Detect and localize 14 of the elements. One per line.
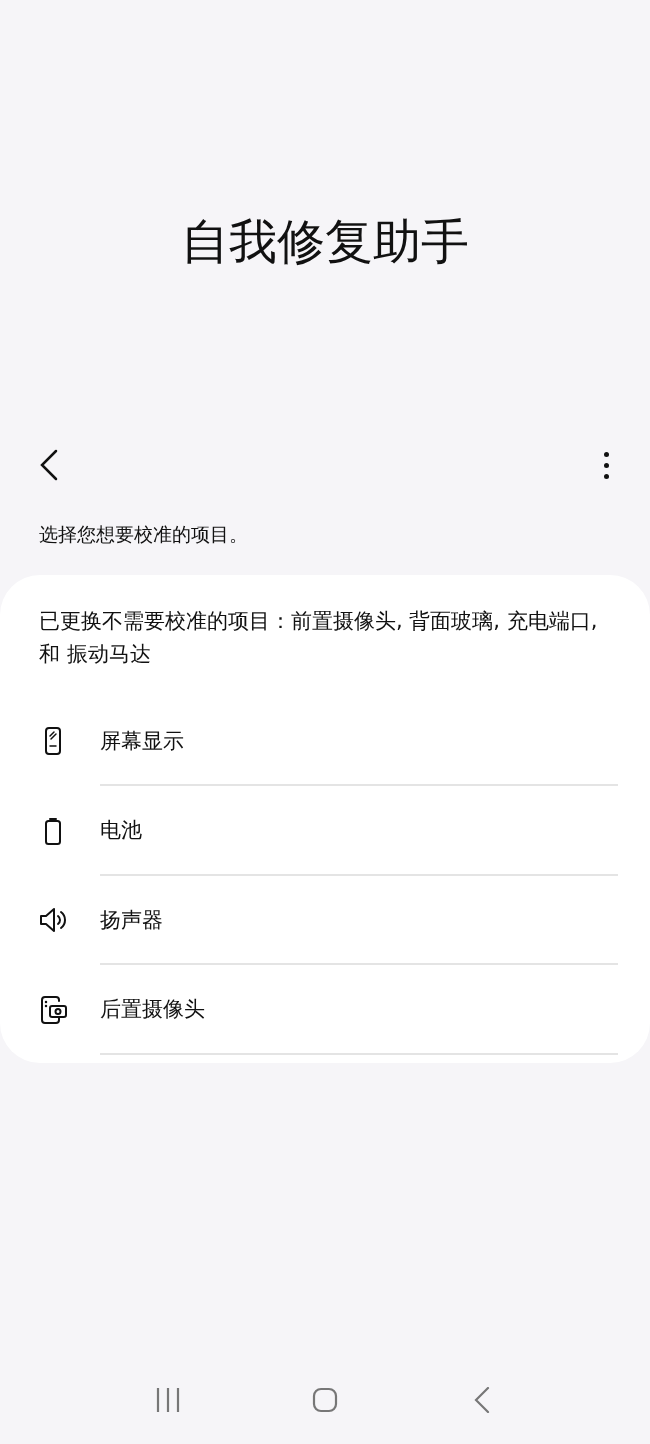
calibration-item[interactable]: 电池 xyxy=(0,786,650,876)
camera-icon xyxy=(38,994,68,1025)
item-label: 后置摄像头 xyxy=(100,996,205,1023)
instruction-text: 选择您想要校准的项目。 xyxy=(39,522,249,547)
back-icon xyxy=(473,1387,490,1413)
calibration-item[interactable]: 后置摄像头 xyxy=(0,965,650,1055)
item-label: 扬声器 xyxy=(100,906,163,934)
page-title: 自我修复助手 xyxy=(181,217,469,265)
item-label: 屏幕显示 xyxy=(100,727,184,755)
calibration-item[interactable]: 扬声器 xyxy=(0,875,650,965)
item-label: 电池 xyxy=(100,817,142,844)
note-text: 已更换不需要校准的项目：前置摄像头, 背面玻璃, 充电端口, 和 振动马达 xyxy=(38,607,599,668)
calibration-item[interactable]: 屏幕显示 xyxy=(0,696,650,786)
recent-apps-icon xyxy=(155,1387,182,1413)
